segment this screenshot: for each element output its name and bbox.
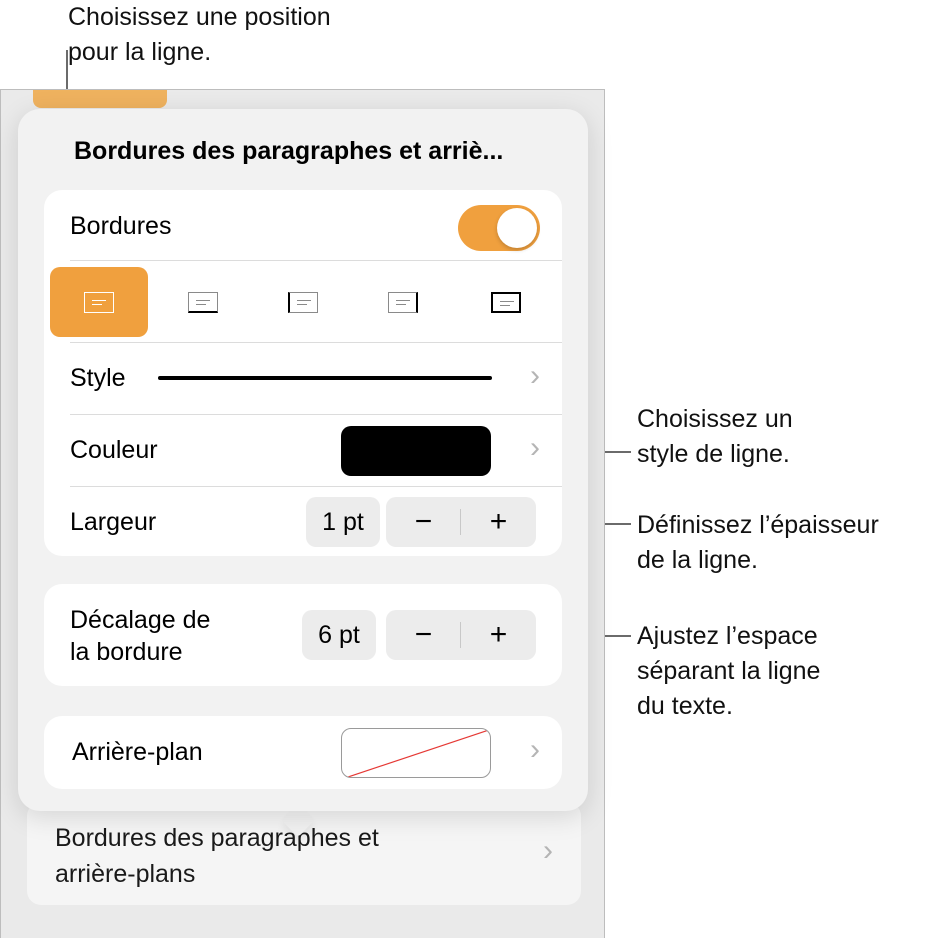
width-label: Largeur [70, 508, 157, 536]
chevron-right-icon[interactable]: › [530, 431, 540, 465]
callout-style-line1: Choisissez un [637, 405, 793, 433]
popover-title: Bordures des paragraphes et arriè... [74, 137, 504, 165]
background-card[interactable]: Arrière-plan › [44, 716, 562, 789]
toggle-knob [497, 208, 537, 248]
offset-label-line1: Décalage de [70, 606, 211, 634]
color-label: Couleur [70, 436, 158, 464]
callout-offset-line3: du texte. [637, 692, 733, 720]
border-position-left-button[interactable] [254, 267, 352, 337]
color-swatch[interactable] [341, 426, 491, 476]
offset-card: Décalage de la bordure 6 pt − + [44, 584, 562, 686]
width-decrease-button[interactable]: − [386, 497, 461, 547]
callout-width: Définissez l’épaisseur de la ligne. [637, 508, 879, 578]
border-position-box-button[interactable] [457, 267, 555, 337]
style-label: Style [70, 364, 126, 392]
borders-popover: Bordures des paragraphes et arriè... Bor… [18, 109, 588, 811]
border-position-right-button[interactable] [354, 267, 452, 337]
offset-label: Décalage de la bordure [70, 604, 210, 668]
divider [70, 486, 562, 487]
border-bottom-icon [188, 292, 218, 313]
chevron-right-icon: › [543, 834, 553, 867]
no-fill-slash-icon [346, 729, 490, 777]
border-position-bottom-button[interactable] [154, 267, 252, 337]
callout-position: Choisissez une position pour la ligne. [68, 0, 331, 70]
callout-offset-line1: Ajustez l’espace [637, 622, 818, 650]
borders-label: Bordures [70, 212, 172, 240]
border-position-top-button[interactable] [50, 267, 148, 337]
width-value[interactable]: 1 pt [306, 497, 380, 547]
borders-toggle[interactable] [458, 205, 540, 251]
offset-value[interactable]: 6 pt [302, 610, 376, 660]
paragraph-borders-row-line2: arrière-plans [55, 860, 196, 888]
callout-position-line2: pour la ligne. [68, 38, 212, 66]
border-left-icon [288, 292, 318, 313]
callout-offset: Ajustez l’espace séparant la ligne du te… [637, 619, 820, 724]
offset-decrease-button[interactable]: − [386, 610, 461, 660]
border-right-icon [388, 292, 418, 313]
offset-label-line2: la bordure [70, 638, 183, 666]
line-style-preview[interactable] [158, 376, 492, 380]
selected-tab-chip[interactable] [33, 90, 167, 108]
width-increase-button[interactable]: + [461, 497, 536, 547]
borders-card: Bordures Style › Couleur › Largeur 1 pt [44, 190, 562, 556]
offset-stepper: − + [386, 610, 536, 660]
width-stepper: − + [386, 497, 536, 547]
callout-offset-line2: séparant la ligne [637, 657, 821, 685]
callout-position-line1: Choisissez une position [68, 3, 331, 31]
background-none-swatch[interactable] [341, 728, 491, 778]
divider [70, 260, 562, 261]
border-box-icon [491, 292, 521, 313]
callout-width-line1: Définissez l’épaisseur [637, 511, 879, 539]
callout-style: Choisissez un style de ligne. [637, 402, 793, 472]
callout-style-line2: style de ligne. [637, 440, 790, 468]
chevron-right-icon[interactable]: › [530, 733, 540, 767]
callout-width-line2: de la ligne. [637, 546, 758, 574]
divider [70, 414, 562, 415]
border-top-icon [84, 292, 114, 313]
paragraph-borders-row-label: Bordures des paragraphes et arrière-plan… [55, 820, 455, 892]
paragraph-borders-row-line1: Bordures des paragraphes et [55, 824, 379, 852]
divider [70, 342, 562, 343]
background-label: Arrière-plan [72, 738, 203, 766]
offset-increase-button[interactable]: + [461, 610, 536, 660]
chevron-right-icon[interactable]: › [530, 359, 540, 393]
